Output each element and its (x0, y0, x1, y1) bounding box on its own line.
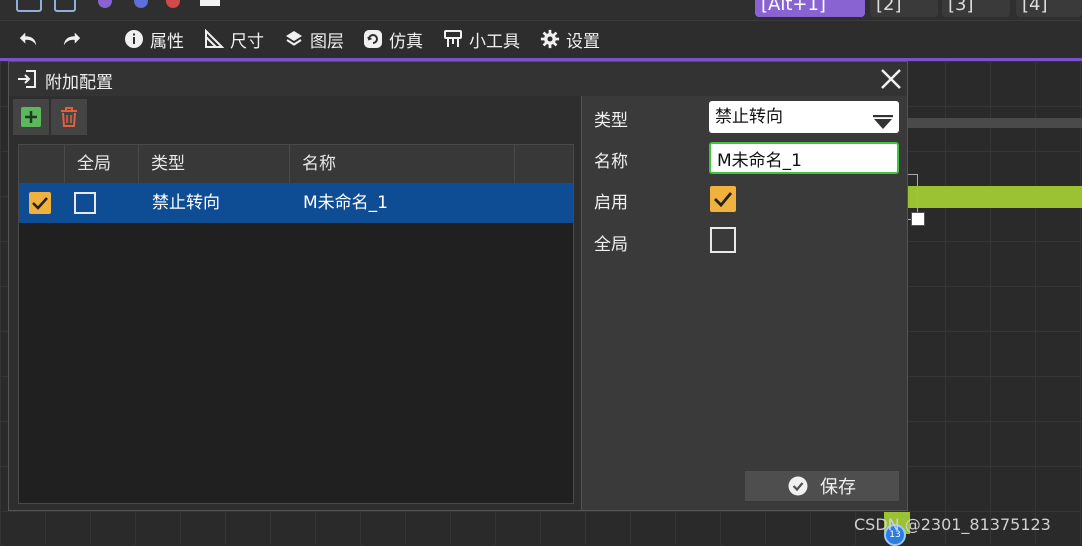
canvas-element-grey (906, 118, 1082, 128)
tab-4-label: [4] (1022, 0, 1048, 15)
enabled-label: 启用 (594, 193, 628, 213)
rule-detail-panel: 类型 禁止转向 名称 启用 全局 保存 (581, 96, 907, 510)
info-icon (124, 29, 144, 49)
redo-icon (62, 29, 82, 49)
toolbar-dimensions[interactable]: 尺寸 (204, 27, 264, 52)
row-global-checkbox[interactable] (74, 192, 96, 214)
header-global[interactable]: 全局 (65, 145, 139, 183)
toolbar-properties-label: 属性 (150, 31, 184, 52)
header-enabled[interactable] (19, 145, 65, 183)
trash-icon (61, 107, 77, 127)
undo-icon (18, 29, 38, 49)
canvas-element-green-bar[interactable] (906, 186, 1082, 208)
check-icon (32, 197, 48, 210)
toolbar-simulation[interactable]: 仿真 (363, 27, 423, 52)
document-icon[interactable] (54, 0, 76, 12)
toolbar-properties[interactable]: 属性 (124, 27, 184, 52)
row-name: M未命名_1 (303, 193, 388, 213)
toolbar-layers[interactable]: 图层 (284, 27, 344, 52)
dialog-title: 附加配置 (45, 73, 113, 93)
toolbar-simulation-label: 仿真 (389, 31, 423, 52)
redo-button[interactable] (62, 27, 82, 51)
rules-table: 全局 类型 名称 禁止转向 M未命名_1 (18, 144, 574, 504)
header-extra (515, 145, 573, 183)
list-toolbar (13, 99, 87, 135)
tab-alt1-label: [Alt+1] (761, 0, 826, 15)
simulation-icon (363, 29, 383, 49)
save-button-label: 保存 (820, 477, 856, 498)
global-checkbox[interactable] (710, 227, 736, 253)
tab-3[interactable]: [3] (942, 0, 1010, 17)
type-select-value: 禁止转向 (715, 107, 783, 127)
chevron-down-icon (873, 109, 893, 129)
table-row[interactable]: 禁止转向 M未命名_1 (19, 183, 573, 223)
toolbar-tools[interactable]: 小工具 (443, 27, 520, 52)
tab-4[interactable]: [4] (1016, 0, 1082, 17)
name-input[interactable] (709, 142, 899, 174)
layers-icon (284, 29, 304, 49)
toolbar-settings-label: 设置 (566, 31, 600, 52)
close-button[interactable] (877, 65, 905, 93)
row-enabled-checkbox[interactable] (29, 192, 51, 214)
tab-2-label: [2] (876, 0, 902, 15)
tools-icon (443, 29, 463, 49)
undo-button[interactable] (18, 27, 38, 51)
top-strip: [Alt+1] [2] [3] [4] (0, 0, 1082, 20)
name-label: 名称 (594, 152, 628, 172)
rule-list-panel: 全局 类型 名称 禁止转向 M未命名_1 (9, 96, 581, 510)
header-name[interactable]: 名称 (290, 145, 515, 183)
delete-button[interactable] (51, 99, 87, 135)
plugin-icon[interactable] (98, 0, 112, 8)
gear-icon (540, 29, 560, 49)
header-type[interactable]: 类型 (139, 145, 290, 183)
ruler-triangle-icon (204, 29, 224, 49)
dialog-titlebar[interactable]: 附加配置 (9, 62, 907, 96)
toolbar-tools-label: 小工具 (469, 31, 520, 52)
tab-3-label: [3] (948, 0, 974, 15)
global-label: 全局 (594, 235, 628, 255)
check-icon (714, 192, 733, 208)
blank-icon[interactable] (200, 0, 220, 6)
watermark: CSDN @2301_81375123 (854, 515, 1051, 534)
add-button[interactable] (13, 99, 49, 135)
enabled-checkbox[interactable] (710, 186, 736, 212)
chart-icon[interactable] (134, 0, 148, 8)
sign-in-icon (17, 69, 37, 89)
save-button[interactable]: 保存 (745, 471, 899, 501)
close-icon (881, 69, 901, 89)
row-type: 禁止转向 (152, 193, 220, 213)
tab-2[interactable]: [2] (870, 0, 938, 17)
type-select[interactable]: 禁止转向 (709, 101, 899, 133)
type-label: 类型 (594, 111, 628, 131)
bracket-icon[interactable] (166, 0, 180, 8)
check-circle-icon (788, 476, 808, 496)
tab-alt1[interactable]: [Alt+1] (755, 0, 865, 17)
resize-handle[interactable] (911, 212, 925, 226)
window-icon[interactable] (16, 0, 42, 12)
table-header: 全局 类型 名称 (19, 145, 573, 184)
toolbar-layers-label: 图层 (310, 31, 344, 52)
toolbar-dimensions-label: 尺寸 (230, 31, 264, 52)
config-dialog: 附加配置 全局 类型 名称 禁止转向 M未命名_1 类型 禁止转向 名称 M未命… (8, 61, 908, 511)
toolbar-settings[interactable]: 设置 (540, 27, 600, 52)
plus-icon (21, 107, 41, 127)
